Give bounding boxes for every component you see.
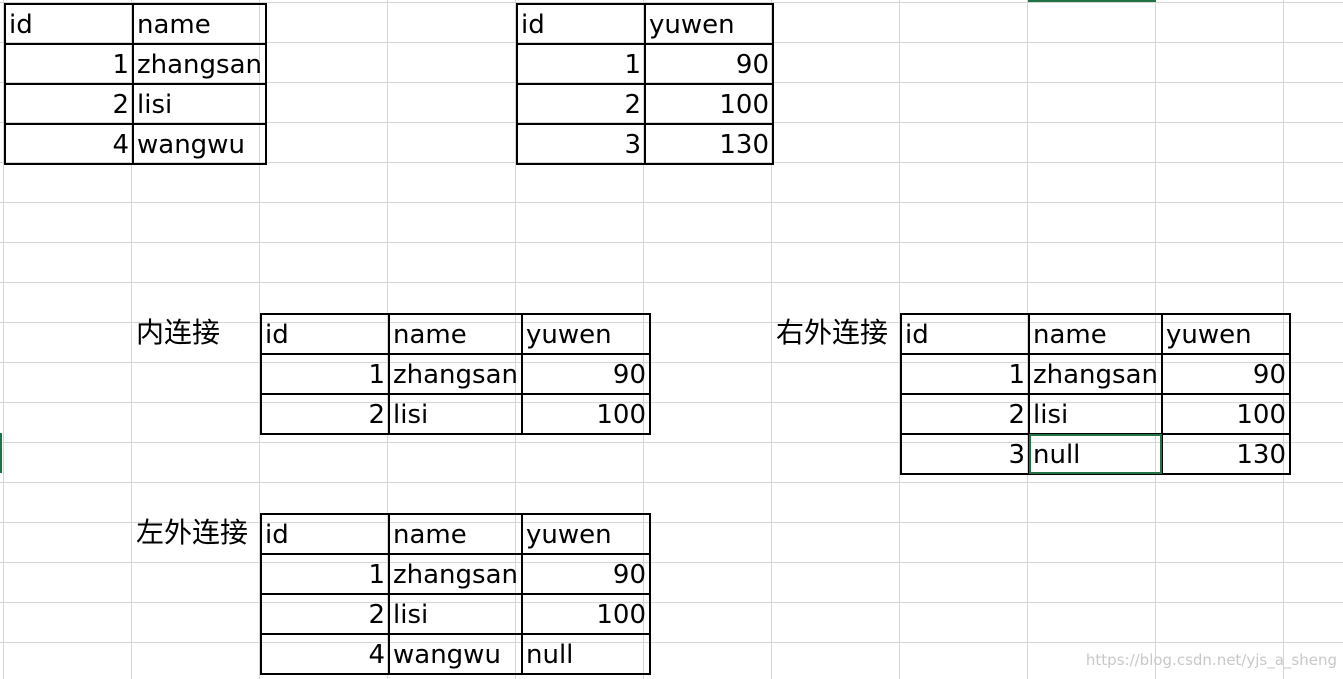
header-cell[interactable]: name (388, 313, 523, 355)
yuwen-cell[interactable]: 100 (644, 83, 774, 125)
yuwen-cell[interactable]: 130 (1161, 433, 1291, 475)
header-cell[interactable]: yuwen (644, 3, 774, 45)
id-cell[interactable]: 2 (516, 83, 646, 125)
left-join-table: id name yuwen 1 zhangsan 90 2 lisi 100 4… (260, 513, 651, 675)
yuwen-cell[interactable]: 100 (1161, 393, 1291, 435)
right-join-label: 右外连接 (776, 316, 889, 349)
yuwen-cell[interactable]: 90 (521, 353, 651, 395)
id-cell[interactable]: 2 (260, 393, 390, 435)
name-cell[interactable]: lisi (388, 393, 523, 435)
students-table: id name 1 zhangsan 2 lisi 4 wangwu (4, 3, 267, 165)
selected-name-cell[interactable]: null (1028, 433, 1163, 475)
table-header-row: id name yuwen (260, 313, 651, 355)
name-cell[interactable]: zhangsan (1028, 353, 1163, 395)
watermark-text: https://blog.csdn.net/yjs_a_sheng (1085, 651, 1337, 669)
yuwen-cell[interactable]: 90 (521, 553, 651, 595)
yuwen-cell[interactable]: null (521, 633, 651, 675)
name-cell[interactable]: zhangsan (388, 553, 523, 595)
selected-column-indicator (1028, 0, 1156, 2)
table-row: 2 lisi 100 (260, 393, 651, 435)
inner-join-table: id name yuwen 1 zhangsan 90 2 lisi 100 (260, 313, 651, 435)
id-cell[interactable]: 3 (516, 123, 646, 165)
name-cell[interactable]: wangwu (132, 123, 267, 165)
id-cell[interactable]: 2 (4, 83, 134, 125)
header-cell[interactable]: id (260, 313, 390, 355)
table-header-row: id name yuwen (260, 513, 651, 555)
id-cell[interactable]: 1 (260, 553, 390, 595)
id-cell[interactable]: 1 (4, 43, 134, 85)
yuwen-cell[interactable]: 90 (644, 43, 774, 85)
yuwen-cell[interactable]: 130 (644, 123, 774, 165)
name-cell[interactable]: lisi (132, 83, 267, 125)
scores-table: id yuwen 1 90 2 100 3 130 (516, 3, 774, 165)
table-row: 4 wangwu null (260, 633, 651, 675)
name-cell[interactable]: zhangsan (132, 43, 267, 85)
table-row: 1 zhangsan 90 (260, 353, 651, 395)
id-cell[interactable]: 2 (260, 593, 390, 635)
id-cell[interactable]: 1 (260, 353, 390, 395)
table-row: 2 lisi (4, 83, 267, 125)
name-cell[interactable]: lisi (1028, 393, 1163, 435)
yuwen-cell[interactable]: 90 (1161, 353, 1291, 395)
header-cell[interactable]: name (132, 3, 267, 45)
name-cell[interactable]: lisi (388, 593, 523, 635)
spreadsheet-grid[interactable]: id name 1 zhangsan 2 lisi 4 wangwu id yu… (0, 0, 1343, 679)
yuwen-cell[interactable]: 100 (521, 593, 651, 635)
id-cell[interactable]: 1 (900, 353, 1030, 395)
table-row: 3 null 130 (900, 433, 1291, 475)
inner-join-label: 内连接 (136, 316, 221, 349)
table-row: 1 zhangsan (4, 43, 267, 85)
table-row: 2 100 (516, 83, 774, 125)
header-cell[interactable]: id (4, 3, 134, 45)
table-row: 1 zhangsan 90 (900, 353, 1291, 395)
table-row: 1 zhangsan 90 (260, 553, 651, 595)
table-row: 2 lisi 100 (260, 593, 651, 635)
table-header-row: id name (4, 3, 267, 45)
table-header-row: id name yuwen (900, 313, 1291, 355)
right-join-table: id name yuwen 1 zhangsan 90 2 lisi 100 3… (900, 313, 1291, 475)
left-join-label: 左外连接 (136, 516, 249, 549)
name-cell[interactable]: wangwu (388, 633, 523, 675)
header-cell[interactable]: name (1028, 313, 1163, 355)
id-cell[interactable]: 1 (516, 43, 646, 85)
table-header-row: id yuwen (516, 3, 774, 45)
id-cell[interactable]: 3 (900, 433, 1030, 475)
table-row: 2 lisi 100 (900, 393, 1291, 435)
header-cell[interactable]: yuwen (1161, 313, 1291, 355)
id-cell[interactable]: 4 (4, 123, 134, 165)
table-row: 1 90 (516, 43, 774, 85)
header-cell[interactable]: id (900, 313, 1030, 355)
header-cell[interactable]: name (388, 513, 523, 555)
table-row: 3 130 (516, 123, 774, 165)
header-cell[interactable]: yuwen (521, 513, 651, 555)
selected-row-indicator (0, 433, 2, 473)
header-cell[interactable]: yuwen (521, 313, 651, 355)
yuwen-cell[interactable]: 100 (521, 393, 651, 435)
id-cell[interactable]: 2 (900, 393, 1030, 435)
id-cell[interactable]: 4 (260, 633, 390, 675)
table-row: 4 wangwu (4, 123, 267, 165)
header-cell[interactable]: id (516, 3, 646, 45)
header-cell[interactable]: id (260, 513, 390, 555)
name-cell[interactable]: zhangsan (388, 353, 523, 395)
